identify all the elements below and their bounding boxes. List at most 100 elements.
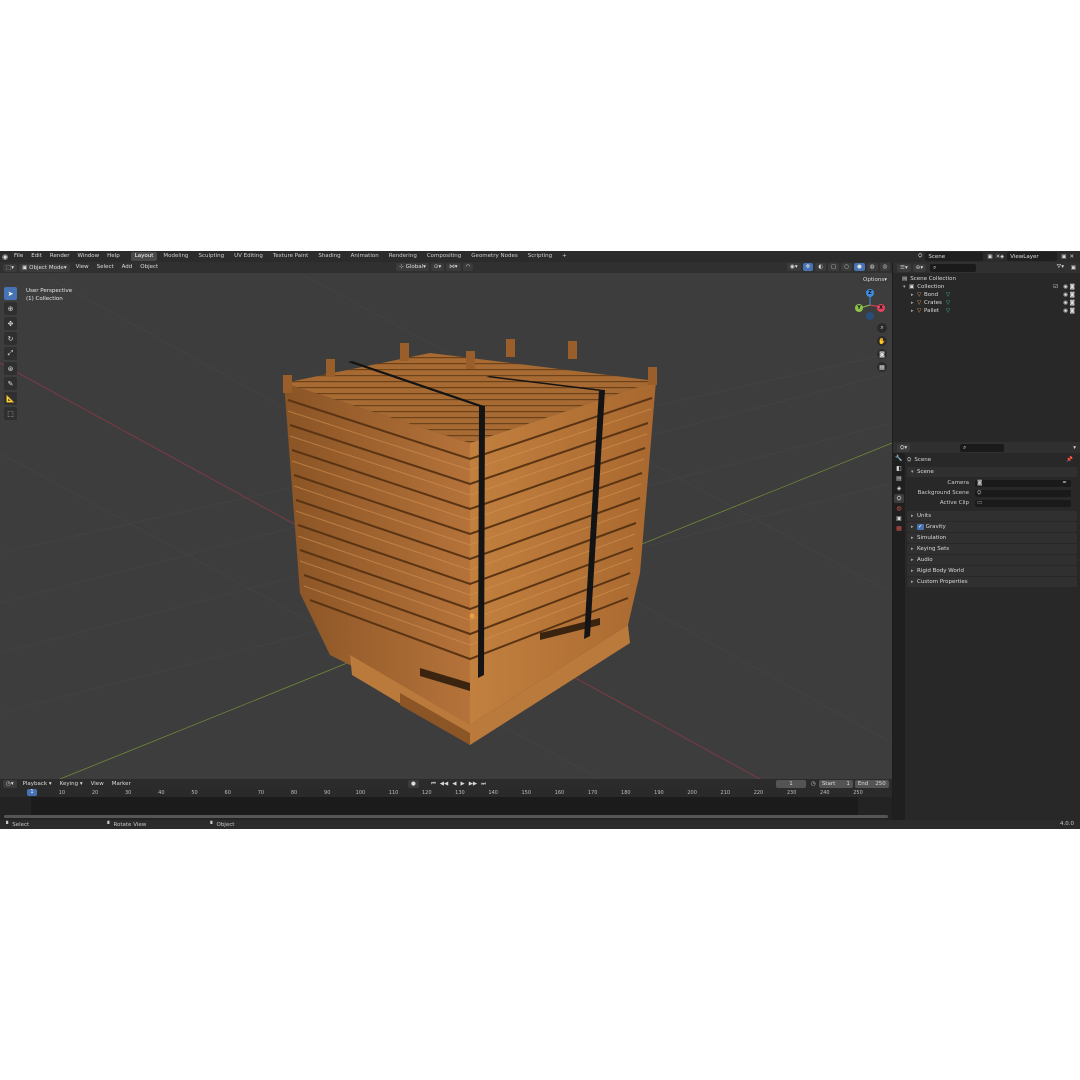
shading-solid-button[interactable]: ● [854, 263, 865, 271]
new-collection-icon[interactable]: ▣ [1071, 265, 1076, 271]
cursor-tool-button[interactable]: ⊕ [4, 302, 17, 315]
next-keyframe-icon[interactable]: ▶▶ [469, 781, 477, 787]
menu-select[interactable]: Select [93, 262, 118, 273]
transform-orientation-dropdown[interactable]: ⊹ Global ▾ [396, 263, 429, 271]
blender-logo-icon[interactable]: ◉ [0, 251, 10, 262]
visibility-button[interactable]: ◉ ▾ [787, 263, 801, 271]
menu-help[interactable]: Help [103, 251, 124, 262]
shading-rendered-button[interactable]: ◎ [879, 263, 891, 271]
pin-icon[interactable]: 📌 [1066, 457, 1073, 463]
proportional-edit-button[interactable]: ◠ [462, 263, 474, 271]
menu-keying[interactable]: Keying ▾ [56, 779, 87, 789]
outliner-item-bond[interactable]: ▸ ▽ Bond ▽ ◉ ◙ [893, 291, 1080, 299]
filter-icon[interactable]: ⛛▾ [1057, 264, 1064, 271]
add-workspace-button[interactable]: + [558, 252, 571, 261]
timeline-scrollbar[interactable] [4, 815, 888, 818]
zoom-view-button[interactable]: ⌕ [877, 323, 887, 333]
options-icon[interactable]: ▾ [1073, 445, 1076, 451]
panel-scene-header[interactable]: ▾ Scene [907, 467, 1077, 477]
scene-name-field[interactable]: Scene [925, 252, 984, 261]
panel-custom-properties[interactable]: ▸ Custom Properties [907, 577, 1077, 587]
collection-eye-icon[interactable]: ◉ [1063, 283, 1068, 291]
tab-compositing[interactable]: Compositing [423, 252, 465, 261]
pallet-camera-icon[interactable]: ◙ [1070, 307, 1075, 315]
bond-eye-icon[interactable]: ◉ [1063, 291, 1068, 299]
pan-view-button[interactable]: ✋ [877, 336, 887, 346]
outliner-item-crates[interactable]: ▸ ▽ Crates ▽ ◉ ◙ [893, 299, 1080, 307]
gizmo-toggle-button[interactable]: ✥ [802, 263, 814, 271]
start-frame-field[interactable]: Start 1 [818, 780, 853, 788]
background-scene-field[interactable]: ⛭ [975, 489, 1071, 497]
gizmo-x-axis[interactable]: X [877, 304, 885, 312]
panel-gravity[interactable]: ▸ ✓ Gravity [907, 522, 1077, 532]
overlay-toggle-button[interactable]: ◐ [815, 263, 826, 271]
tab-scripting[interactable]: Scripting [524, 252, 556, 261]
tab-shading[interactable]: Shading [314, 252, 344, 261]
view-layer-name-field[interactable]: ViewLayer [1007, 252, 1058, 261]
panel-audio[interactable]: ▸ Audio [907, 555, 1077, 565]
properties-search-input[interactable]: ⌕ [960, 443, 1005, 452]
tab-world[interactable]: ◍ [894, 504, 904, 513]
menu-marker[interactable]: Marker [108, 779, 135, 789]
outliner-collection[interactable]: ▾ ▣ Collection ☑ ◉ ◙ [893, 283, 1080, 291]
play-icon[interactable]: ▶ [460, 781, 464, 787]
editor-type-button[interactable]: ⬚ ▾ [3, 263, 17, 272]
panel-keying-sets[interactable]: ▸ Keying Sets [907, 544, 1077, 554]
current-frame-field[interactable]: 1 [776, 780, 806, 788]
annotate-tool-button[interactable]: ✎ [4, 377, 17, 390]
xray-toggle-button[interactable]: ▢ [828, 263, 840, 271]
preview-range-icon[interactable]: ◷ [811, 781, 816, 787]
prev-keyframe-icon[interactable]: ◀◀ [440, 781, 448, 787]
menu-timeline-view[interactable]: View [87, 779, 108, 789]
collection-checkbox-icon[interactable]: ☑ [1053, 283, 1058, 291]
menu-window[interactable]: Window [73, 251, 103, 262]
tab-collection[interactable]: ▣ [894, 514, 904, 523]
outliner-scene-collection[interactable]: ▤ Scene Collection [893, 275, 1080, 283]
tab-animation[interactable]: Animation [347, 252, 383, 261]
select-tool-button[interactable]: ➤ [4, 287, 17, 300]
menu-file[interactable]: File [10, 251, 27, 262]
tab-view-layer[interactable]: ◈ [894, 484, 904, 493]
gizmo-z-axis[interactable]: Z [866, 289, 874, 297]
properties-editor-type-button[interactable]: ⛭ ▾ [897, 443, 911, 452]
display-mode-button[interactable]: ⊚ ▾ [912, 263, 927, 272]
frame-ruler[interactable]: 1 10 20 30 40 50 60 70 80 90 100 110 120 130 140 150 16… [0, 789, 892, 797]
snap-button[interactable]: ⋈ ▾ [446, 263, 461, 271]
shading-wireframe-button[interactable]: ○ [841, 263, 853, 271]
gravity-checkbox[interactable]: ✓ [917, 524, 924, 530]
pivot-point-button[interactable]: ⊙ ▾ [430, 263, 445, 271]
tab-output[interactable]: ▤ [894, 474, 904, 483]
active-clip-field[interactable]: ▭ [975, 499, 1071, 507]
view-layer-selector[interactable]: ◈ ViewLayer ▣ ✕ [1000, 252, 1074, 261]
record-button[interactable]: ● [408, 780, 419, 788]
outliner-item-pallet[interactable]: ▸ ▽ Pallet ▽ ◉ ◙ [893, 307, 1080, 315]
panel-simulation[interactable]: ▸ Simulation [907, 533, 1077, 543]
menu-edit[interactable]: Edit [27, 251, 46, 262]
transform-tool-button[interactable]: ⊛ [4, 362, 17, 375]
tab-texture-paint[interactable]: Texture Paint [269, 252, 313, 261]
menu-add[interactable]: Add [118, 262, 137, 273]
crates-camera-icon[interactable]: ◙ [1070, 299, 1075, 307]
pallet-eye-icon[interactable]: ◉ [1063, 307, 1068, 315]
tab-uv-editing[interactable]: UV Editing [230, 252, 267, 261]
panel-units[interactable]: ▸ Units [907, 511, 1077, 521]
bond-camera-icon[interactable]: ◙ [1070, 291, 1075, 299]
tab-modeling[interactable]: Modeling [159, 252, 192, 261]
scale-tool-button[interactable]: ⤢ [4, 347, 17, 360]
playhead-frame[interactable]: 1 [27, 789, 37, 796]
timeline-editor-type-button[interactable]: ◷ ▾ [3, 780, 17, 788]
copy-scene-icon[interactable]: ▣ [987, 254, 992, 260]
outliner-search-input[interactable]: ⌕ [930, 263, 977, 272]
navigation-gizmo[interactable]: Z X Y [852, 287, 888, 321]
gizmo-y-axis[interactable]: Y [855, 304, 863, 312]
crates-eye-icon[interactable]: ◉ [1063, 299, 1068, 307]
add-cube-tool-button[interactable]: ⬚ [4, 407, 17, 420]
shading-material-button[interactable]: ◍ [866, 263, 878, 271]
tab-scene[interactable]: ⛭ [894, 494, 904, 503]
tab-geometry-nodes[interactable]: Geometry Nodes [467, 252, 521, 261]
end-frame-field[interactable]: End 250 [854, 780, 889, 788]
copy-view-layer-icon[interactable]: ▣ [1061, 254, 1066, 260]
options-dropdown[interactable]: Options ▾ [860, 276, 890, 284]
rotate-tool-button[interactable]: ↻ [4, 332, 17, 345]
outliner-editor-type-button[interactable]: ☰ ▾ [897, 263, 911, 272]
